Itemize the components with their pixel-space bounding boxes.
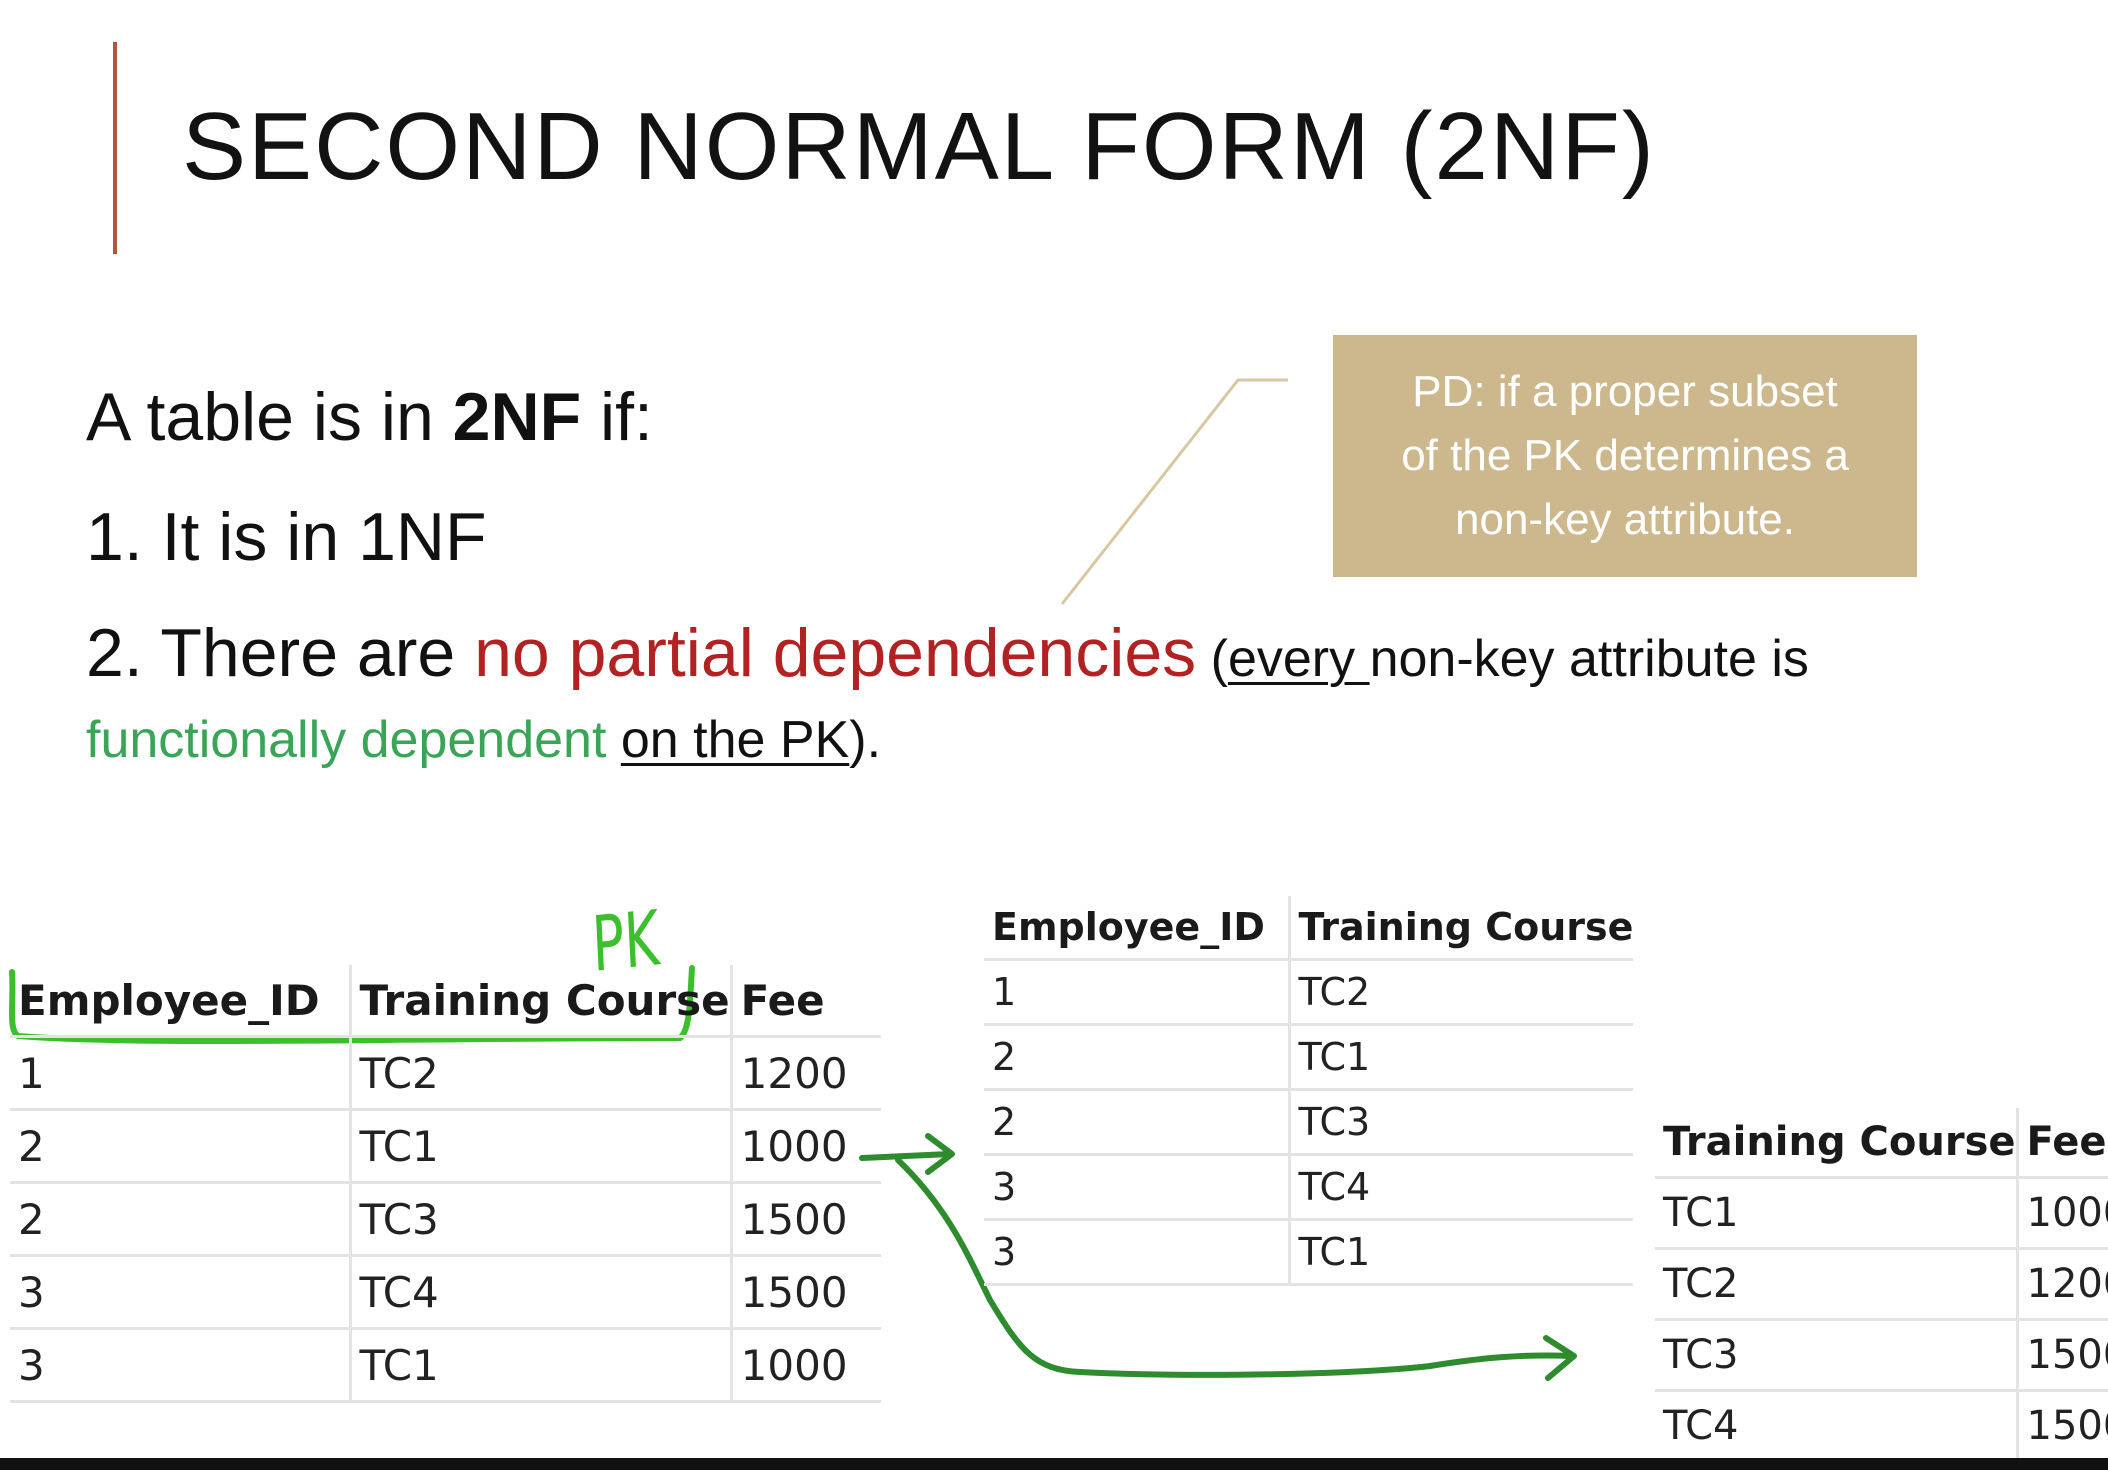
callout-line: non-key attribute. — [1455, 495, 1795, 544]
table-cell: 1 — [984, 959, 1291, 1026]
table-row: 1 TC2 — [984, 959, 1634, 1026]
callout-leader-line — [1060, 378, 1288, 605]
table-header-row: Training Course Fee — [1655, 1108, 2108, 1179]
column-header: Employee_ID — [10, 965, 352, 1038]
employee-course-table: Employee_ID Training Course 1 TC2 2 TC1 … — [984, 896, 1634, 1286]
rule-2-continued: functionally dependent on the PK). — [86, 710, 881, 770]
rule-2-paren: ( — [1196, 630, 1228, 688]
table-cell: TC3 — [1289, 1089, 1634, 1156]
table-row: TC3 1500 — [1655, 1319, 2108, 1392]
table-row: 2 TC1 1000 — [10, 1109, 882, 1184]
table-row: 2 TC1 — [984, 1024, 1634, 1091]
intro-suffix: if: — [581, 379, 653, 455]
rule-2-green-text: functionally dependent — [86, 711, 607, 769]
table-cell: 1000 — [2017, 1177, 2108, 1250]
callout-line: PD: if a proper subset — [1412, 367, 1838, 416]
intro-prefix: A table is in — [86, 379, 453, 455]
table-row: TC1 1000 — [1655, 1177, 2108, 1250]
table-cell: TC3 — [1655, 1319, 2019, 1392]
rule-2-highlight: no partial dependencies — [474, 615, 1197, 691]
table-cell: TC4 — [1655, 1390, 2019, 1463]
table-cell: 3 — [984, 1219, 1291, 1286]
table-cell: TC1 — [1655, 1177, 2019, 1250]
table-cell: TC4 — [350, 1255, 733, 1330]
rule-2-rest: non-key attribute is — [1369, 630, 1809, 688]
rule-2-prefix: 2. There are — [86, 615, 475, 691]
table-cell: TC3 — [350, 1182, 733, 1257]
table-cell: 1500 — [731, 1182, 882, 1257]
rule-2-close: ). — [849, 711, 882, 769]
table-cell: 1500 — [2017, 1319, 2108, 1392]
table-cell: 3 — [984, 1154, 1291, 1221]
table-row: 2 TC3 1500 — [10, 1182, 882, 1257]
rule-2: 2. There are no partial dependencies (ev… — [86, 614, 1809, 692]
table-cell: TC1 — [350, 1328, 733, 1403]
table-cell: 3 — [10, 1255, 352, 1330]
callout-line: of the PK determines a — [1401, 431, 1849, 480]
table-row: 3 TC4 1500 — [10, 1255, 882, 1330]
table-cell: TC1 — [1289, 1219, 1634, 1286]
table-row: TC2 1200 — [1655, 1248, 2108, 1321]
table-cell: TC4 — [1289, 1154, 1634, 1221]
original-table: Employee_ID Training Course Fee 1 TC2 12… — [10, 965, 882, 1403]
intro-bold-2nf: 2NF — [452, 379, 582, 455]
table-row: 1 TC2 1200 — [10, 1036, 882, 1111]
rule-2-on-the-pk: on the PK — [620, 711, 850, 769]
table-cell: 2 — [10, 1109, 352, 1184]
slide-title: SECOND NORMAL FORM (2NF) — [182, 93, 1656, 200]
table-cell: 1000 — [731, 1109, 882, 1184]
intro-line: A table is in 2NF if: — [86, 378, 653, 456]
table-cell: 1500 — [2017, 1390, 2108, 1463]
table-cell: TC2 — [350, 1036, 733, 1111]
table-header-row: Employee_ID Training Course — [984, 896, 1634, 961]
table-cell: TC1 — [350, 1109, 733, 1184]
title-accent-bar — [113, 42, 117, 254]
column-header: Fee — [731, 965, 882, 1038]
column-header: Training Course — [1289, 896, 1634, 961]
partial-dependency-callout: PD: if a proper subset of the PK determi… — [1333, 335, 1917, 577]
table-cell: 2 — [984, 1024, 1291, 1091]
table-row: 3 TC4 — [984, 1154, 1634, 1221]
table-cell: 1 — [10, 1036, 352, 1111]
bottom-edge-bar — [0, 1458, 2108, 1470]
rule-1: 1. It is in 1NF — [86, 499, 487, 575]
rule-2-every: every — [1227, 630, 1370, 688]
table-cell: 1200 — [731, 1036, 882, 1111]
column-header: Fee — [2017, 1108, 2108, 1179]
column-header: Training Course — [1655, 1108, 2019, 1179]
table-cell: 2 — [10, 1182, 352, 1257]
table-row: 2 TC3 — [984, 1089, 1634, 1156]
column-header: Training Course — [350, 965, 733, 1038]
course-fee-table: Training Course Fee TC1 1000 TC2 1200 TC… — [1655, 1108, 2108, 1463]
table-cell: TC2 — [1655, 1248, 2019, 1321]
table-row: 3 TC1 — [984, 1219, 1634, 1286]
table-header-row: Employee_ID Training Course Fee — [10, 965, 882, 1038]
table-cell: TC2 — [1289, 959, 1634, 1026]
column-header: Employee_ID — [984, 896, 1291, 961]
table-cell: 3 — [10, 1328, 352, 1403]
table-row: TC4 1500 — [1655, 1390, 2108, 1463]
table-cell: 1000 — [731, 1328, 882, 1403]
table-cell: 1500 — [731, 1255, 882, 1330]
table-row: 3 TC1 1000 — [10, 1328, 882, 1403]
table-cell: 1200 — [2017, 1248, 2108, 1321]
table-cell: TC1 — [1289, 1024, 1634, 1091]
table-cell: 2 — [984, 1089, 1291, 1156]
